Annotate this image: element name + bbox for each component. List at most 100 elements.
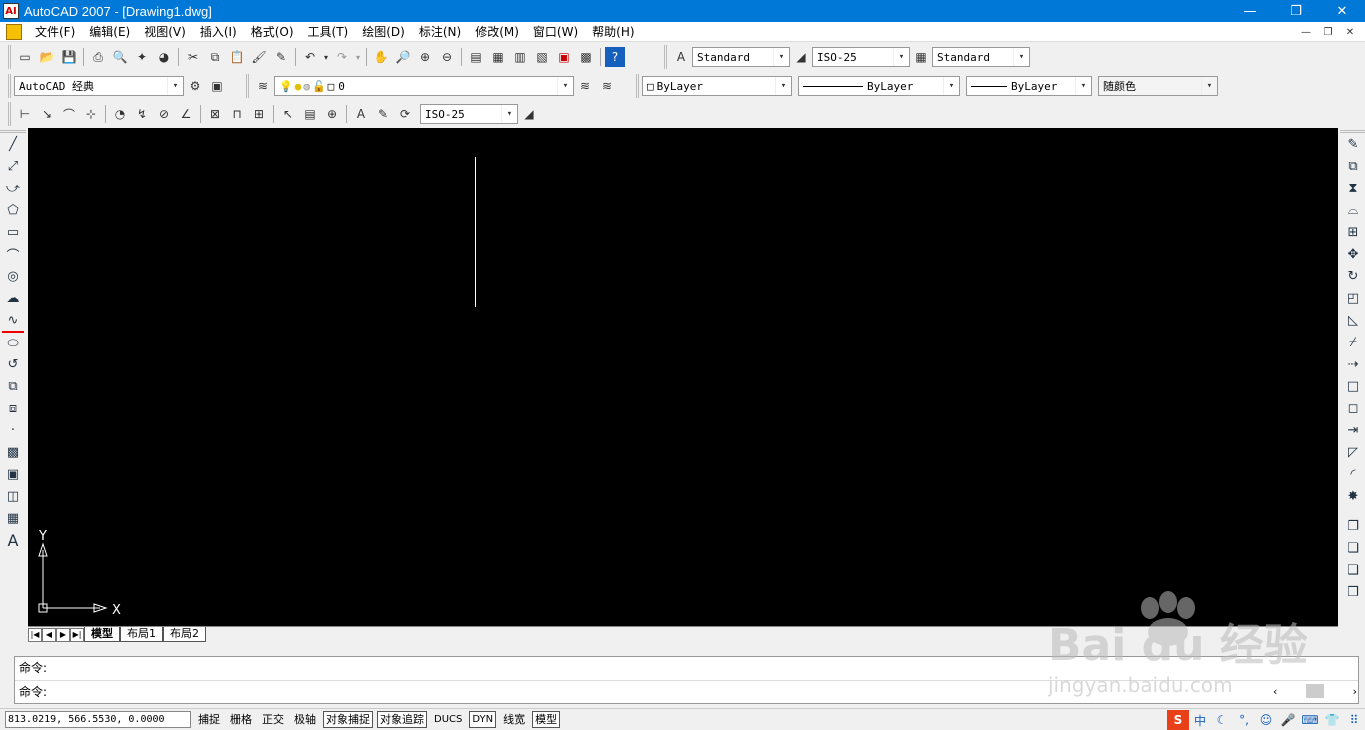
menu-file[interactable]: 文件(F) <box>28 22 82 42</box>
ortho-toggle[interactable]: 正交 <box>259 711 287 728</box>
dim-edit-icon[interactable]: A <box>351 104 371 124</box>
break-at-point-icon[interactable]: □ <box>1342 375 1364 397</box>
save-icon[interactable]: 💾 <box>59 47 79 67</box>
jogged-dim-icon[interactable]: ↯ <box>132 104 152 124</box>
chevron-down-icon[interactable]: ▾ <box>501 105 517 123</box>
linear-dim-icon[interactable]: ⊢ <box>15 104 35 124</box>
menu-edit[interactable]: 编辑(E) <box>82 22 137 42</box>
diameter-dim-icon[interactable]: ⊘ <box>154 104 174 124</box>
moon-icon[interactable]: ☾ <box>1211 710 1233 730</box>
match-properties-icon[interactable]: 🖌 <box>249 47 269 67</box>
rotate-icon[interactable]: ↻ <box>1342 265 1364 287</box>
dim-style-select-2[interactable]: ISO-25 ▾ <box>420 104 518 124</box>
first-tab-icon[interactable]: |◀ <box>28 627 42 642</box>
my-workspace-icon[interactable]: ▣ <box>207 76 227 96</box>
table-icon[interactable]: ▦ <box>2 507 24 529</box>
text-style-select[interactable]: Standard ▾ <box>692 47 790 67</box>
chevron-down-icon[interactable]: ▾ <box>1013 48 1029 66</box>
menu-dimension[interactable]: 标注(N) <box>412 22 468 42</box>
revision-cloud-icon[interactable]: ☁ <box>2 287 24 309</box>
line-icon[interactable]: ╱ <box>2 133 24 155</box>
region-icon[interactable]: ◫ <box>2 485 24 507</box>
scroll-left-icon[interactable]: ‹ <box>1273 685 1277 698</box>
chevron-down-icon[interactable]: ▾ <box>775 77 791 95</box>
erase-icon[interactable]: ✎ <box>1342 133 1364 155</box>
command-input-line[interactable]: 命令: <box>15 681 1358 705</box>
dim-text-edit-icon[interactable]: ✎ <box>373 104 393 124</box>
help-icon[interactable]: ? <box>605 47 625 67</box>
zoom-realtime-icon[interactable]: 🔎 <box>393 47 413 67</box>
ellipse-arc-icon[interactable]: ↺ <box>2 353 24 375</box>
menu-modify[interactable]: 修改(M) <box>468 22 526 42</box>
otrack-toggle[interactable]: 对象追踪 <box>377 711 427 728</box>
table-style-icon[interactable]: ▦ <box>911 47 931 67</box>
tab-layout1[interactable]: 布局1 <box>120 627 163 642</box>
redo-dropdown-icon[interactable]: ▾ <box>354 47 362 67</box>
ellipse-icon[interactable]: ⬭ <box>2 331 24 353</box>
dim-update-icon[interactable]: ⟳ <box>395 104 415 124</box>
skin-icon[interactable]: 👕 <box>1321 710 1343 730</box>
explode-icon[interactable]: ✸ <box>1342 485 1364 507</box>
extend-icon[interactable]: ⇢ <box>1342 353 1364 375</box>
workspace-settings-icon[interactable]: ⚙ <box>185 76 205 96</box>
make-block-icon[interactable]: ⧈ <box>2 397 24 419</box>
menu-draw[interactable]: 绘图(D) <box>355 22 412 42</box>
quick-leader-icon[interactable]: ↖ <box>278 104 298 124</box>
chevron-down-icon[interactable]: ▾ <box>943 77 959 95</box>
new-icon[interactable]: ▭ <box>15 47 35 67</box>
aligned-dim-icon[interactable]: ↘ <box>37 104 57 124</box>
bring-above-icon[interactable]: ❑ <box>1342 559 1364 581</box>
menu-insert[interactable]: 插入(I) <box>193 22 244 42</box>
undo-icon[interactable]: ↶ <box>300 47 320 67</box>
menu-format[interactable]: 格式(O) <box>244 22 301 42</box>
fillet-icon[interactable]: ◜ <box>1342 463 1364 485</box>
tool-palettes-icon[interactable]: ▥ <box>510 47 530 67</box>
send-to-back-icon[interactable]: ❏ <box>1342 537 1364 559</box>
pan-icon[interactable]: ✋ <box>371 47 391 67</box>
zoom-previous-icon[interactable]: ⊖ <box>437 47 457 67</box>
mirror-icon[interactable]: ⧗ <box>1342 177 1364 199</box>
scroll-right-icon[interactable]: › <box>1353 685 1357 698</box>
zoom-window-icon[interactable]: ⊕ <box>415 47 435 67</box>
offset-icon[interactable]: ⌓ <box>1342 199 1364 221</box>
prev-tab-icon[interactable]: ◀ <box>42 627 56 642</box>
snap-toggle[interactable]: 捕捉 <box>195 711 223 728</box>
maximize-icon[interactable]: ❐ <box>1273 0 1319 22</box>
text-style-icon[interactable]: A <box>671 47 691 67</box>
design-center-icon[interactable]: ▦ <box>488 47 508 67</box>
send-under-icon[interactable]: ❒ <box>1342 581 1364 603</box>
polygon-icon[interactable]: ⬠ <box>2 199 24 221</box>
center-mark-icon[interactable]: ⊕ <box>322 104 342 124</box>
chevron-down-icon[interactable]: ▾ <box>893 48 909 66</box>
drawn-line[interactable] <box>475 157 476 307</box>
rectangle-icon[interactable]: ▭ <box>2 221 24 243</box>
horizontal-scrollbar[interactable]: ‹ › <box>1273 681 1357 701</box>
baseline-dim-icon[interactable]: ⊓ <box>227 104 247 124</box>
minimize-icon[interactable]: — <box>1227 0 1273 22</box>
lineweight-select[interactable]: ByLayer ▾ <box>966 76 1092 96</box>
punctuation-icon[interactable]: °, <box>1233 710 1255 730</box>
tab-layout2[interactable]: 布局2 <box>163 627 206 642</box>
tab-model[interactable]: 模型 <box>84 627 120 642</box>
doc-minimize-icon[interactable]: — <box>1295 22 1317 42</box>
sheet-set-icon[interactable]: ▧ <box>532 47 552 67</box>
copy-object-icon[interactable]: ⧉ <box>1342 155 1364 177</box>
layer-select[interactable]: 💡 ● ◍ 🔓 □ 0 ▾ <box>274 76 574 96</box>
trim-icon[interactable]: ⌿ <box>1342 331 1364 353</box>
coordinate-display[interactable]: 813.0219, 566.5530, 0.0000 <box>5 711 191 728</box>
markup-icon[interactable]: ▣ <box>554 47 574 67</box>
publish-icon[interactable]: ✦ <box>132 47 152 67</box>
open-icon[interactable]: 📂 <box>37 47 57 67</box>
redo-icon[interactable]: ↷ <box>332 47 352 67</box>
cut-icon[interactable]: ✂ <box>183 47 203 67</box>
stretch-icon[interactable]: ◺ <box>1342 309 1364 331</box>
ordinate-dim-icon[interactable]: ⊹ <box>81 104 101 124</box>
tolerance-icon[interactable]: ▤ <box>300 104 320 124</box>
table-style-select[interactable]: Standard ▾ <box>932 47 1030 67</box>
linetype-select[interactable]: ByLayer ▾ <box>798 76 960 96</box>
document-icon[interactable] <box>6 23 22 40</box>
undo-dropdown-icon[interactable]: ▾ <box>322 47 330 67</box>
chevron-down-icon[interactable]: ▾ <box>773 48 789 66</box>
dim-style-icon[interactable]: ◢ <box>791 47 811 67</box>
gradient-icon[interactable]: ▣ <box>2 463 24 485</box>
